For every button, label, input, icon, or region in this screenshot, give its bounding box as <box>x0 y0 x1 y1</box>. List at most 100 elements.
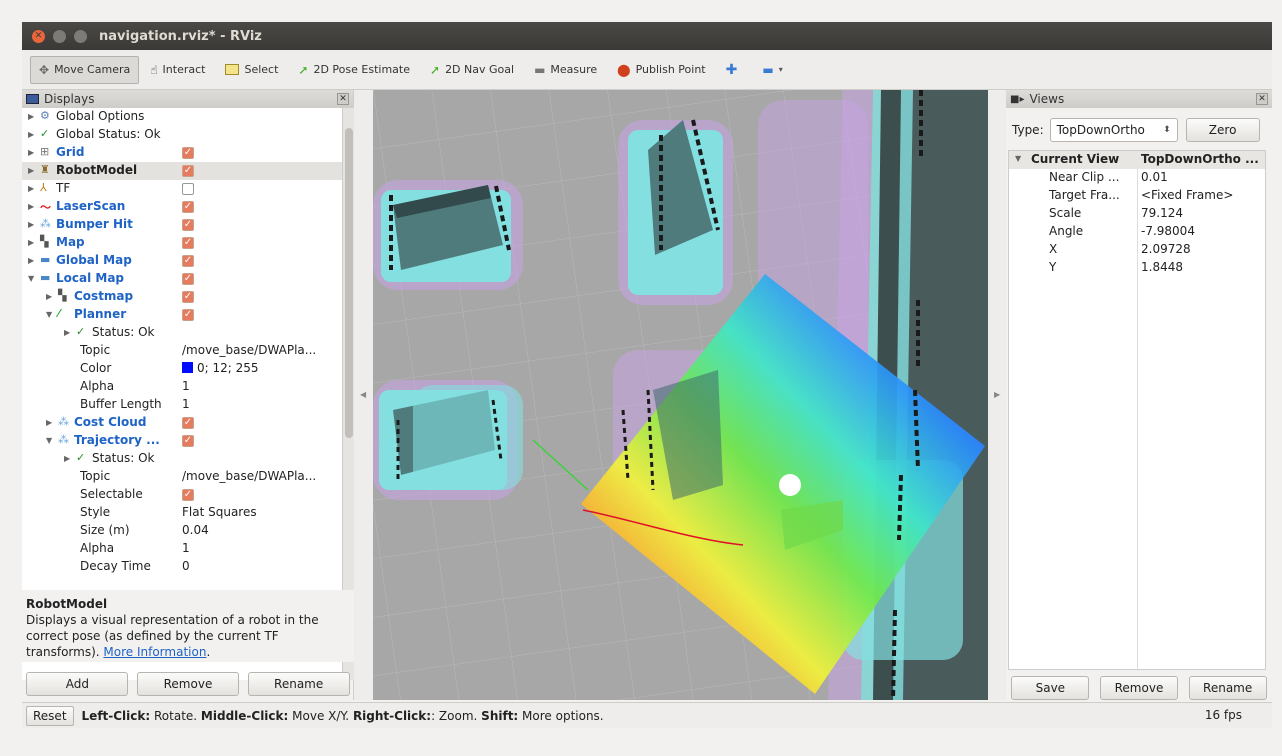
prop-row-decay-time[interactable]: Decay Time 0 <box>22 558 342 576</box>
map-enabled-checkbox[interactable]: ✓ <box>182 237 194 249</box>
prop-value-color[interactable]: 0; 12; 255 <box>182 361 259 375</box>
move-camera-tool[interactable]: ✥ Move Camera <box>30 55 140 84</box>
remove-display-button[interactable]: Remove <box>136 672 239 696</box>
select-tool[interactable]: Select <box>216 56 287 84</box>
expand-arrow-icon[interactable]: ▶ <box>28 220 34 229</box>
rename-view-button[interactable]: Rename <box>1188 676 1267 700</box>
collapse-arrow-icon[interactable]: ▼ <box>1015 154 1021 163</box>
minimize-window-button[interactable] <box>53 29 66 43</box>
tree-row-cost-cloud[interactable]: ▶ ⁂ Cost Cloud ✓ <box>22 414 342 432</box>
trajectory-enabled-checkbox[interactable]: ✓ <box>182 435 194 447</box>
local-map-enabled-checkbox[interactable]: ✓ <box>182 273 194 285</box>
tree-row-global-map[interactable]: ▶ ▬ Global Map ✓ <box>22 252 342 270</box>
grid-enabled-checkbox[interactable]: ✓ <box>182 147 194 159</box>
scrollbar-thumb[interactable] <box>345 128 353 438</box>
close-displays-button[interactable]: ✕ <box>337 93 349 105</box>
interact-tool[interactable]: ☝ Interact <box>141 56 214 84</box>
prop-value-decay-time[interactable]: 0 <box>182 559 190 573</box>
tree-row-map[interactable]: ▶ ▚ Map ✓ <box>22 234 342 252</box>
costmap-enabled-checkbox[interactable]: ✓ <box>182 291 194 303</box>
tree-row-planner[interactable]: ▼ ⁄ Planner ✓ <box>22 306 342 324</box>
prop-row-topic[interactable]: Topic /move_base/DWAPla... <box>22 342 342 360</box>
pose-estimate-tool[interactable]: ➚ 2D Pose Estimate <box>289 56 419 84</box>
expand-arrow-icon[interactable]: ▶ <box>28 238 34 247</box>
expand-arrow-icon[interactable]: ▶ <box>28 184 34 193</box>
tree-row-costmap[interactable]: ▶ ▚ Costmap ✓ <box>22 288 342 306</box>
view-type-dropdown[interactable]: TopDownOrtho ⬍ <box>1049 118 1178 142</box>
tf-enabled-checkbox[interactable] <box>182 183 194 195</box>
prop-value-alpha[interactable]: 1 <box>182 541 190 555</box>
more-information-link[interactable]: More Information <box>103 645 206 659</box>
global-map-enabled-checkbox[interactable]: ✓ <box>182 255 194 267</box>
prop-row-color[interactable]: Color 0; 12; 255 <box>22 360 342 378</box>
tree-row-trajectory-status[interactable]: ▶ ✓ Status: Ok <box>22 450 342 468</box>
expand-arrow-icon[interactable]: ▶ <box>28 130 34 139</box>
collapse-arrow-icon[interactable]: ▼ <box>46 436 52 445</box>
zero-button[interactable]: Zero <box>1185 118 1260 142</box>
add-tool-button[interactable]: ✚ <box>717 56 752 84</box>
3d-view[interactable] <box>373 90 988 700</box>
view-prop-y[interactable]: Y 1.8448 <box>1009 259 1265 277</box>
expand-arrow-icon[interactable]: ▶ <box>28 148 34 157</box>
expand-arrow-icon[interactable]: ▶ <box>64 328 70 337</box>
prop-value-size[interactable]: 0.04 <box>182 523 209 537</box>
remove-tool-button[interactable]: ▬ ▾ <box>753 56 791 84</box>
maximize-window-button[interactable] <box>74 29 87 43</box>
expand-arrow-icon[interactable]: ▶ <box>28 202 34 211</box>
tree-row-laserscan[interactable]: ▶ 〜 LaserScan ✓ <box>22 198 342 216</box>
rename-display-button[interactable]: Rename <box>247 672 350 696</box>
view-prop-x[interactable]: X 2.09728 <box>1009 241 1265 259</box>
expand-arrow-icon[interactable]: ▶ <box>28 166 34 175</box>
tree-row-local-map[interactable]: ▼ ▬ Local Map ✓ <box>22 270 342 288</box>
publish-point-tool[interactable]: ⬤ Publish Point <box>608 56 714 84</box>
tree-row-planner-status[interactable]: ▶ ✓ Status: Ok <box>22 324 342 342</box>
planner-enabled-checkbox[interactable]: ✓ <box>182 309 194 321</box>
tree-row-bumper-hit[interactable]: ▶ ⁂ Bumper Hit ✓ <box>22 216 342 234</box>
prop-row-alpha[interactable]: Alpha 1 <box>22 540 342 558</box>
prop-row-style[interactable]: Style Flat Squares <box>22 504 342 522</box>
bumper-hit-enabled-checkbox[interactable]: ✓ <box>182 219 194 231</box>
view-prop-angle[interactable]: Angle -7.98004 <box>1009 223 1265 241</box>
prop-row-alpha[interactable]: Alpha 1 <box>22 378 342 396</box>
prop-row-topic[interactable]: Topic /move_base/DWAPla... <box>22 468 342 486</box>
prop-value-alpha[interactable]: 1 <box>182 379 190 393</box>
robotmodel-enabled-checkbox[interactable]: ✓ <box>182 165 194 177</box>
expand-arrow-icon[interactable]: ▶ <box>28 112 34 121</box>
save-view-button[interactable]: Save <box>1011 676 1090 700</box>
expand-arrow-icon[interactable]: ▶ <box>64 454 70 463</box>
left-splitter-handle[interactable]: ◀ <box>354 90 373 700</box>
add-display-button[interactable]: Add <box>26 672 129 696</box>
expand-arrow-icon[interactable]: ▶ <box>28 256 34 265</box>
prop-value-topic[interactable]: /move_base/DWAPla... <box>182 343 316 357</box>
view-prop-near-clip[interactable]: Near Clip ... 0.01 <box>1009 169 1265 187</box>
prop-value-buffer-length[interactable]: 1 <box>182 397 190 411</box>
right-splitter-handle[interactable]: ▶ <box>988 90 1006 700</box>
prop-value-style[interactable]: Flat Squares <box>182 505 257 519</box>
cost-cloud-enabled-checkbox[interactable]: ✓ <box>182 417 194 429</box>
tree-row-global-status[interactable]: ▶ ✓ Global Status: Ok <box>22 126 342 144</box>
selectable-checkbox[interactable]: ✓ <box>182 489 194 501</box>
prop-row-size[interactable]: Size (m) 0.04 <box>22 522 342 540</box>
close-window-button[interactable]: ✕ <box>32 29 45 43</box>
tree-row-tf[interactable]: ▶ ⅄ TF <box>22 180 342 198</box>
expand-arrow-icon[interactable]: ▶ <box>46 292 52 301</box>
laserscan-enabled-checkbox[interactable]: ✓ <box>182 201 194 213</box>
collapse-arrow-icon[interactable]: ▼ <box>46 310 52 319</box>
view-prop-scale[interactable]: Scale 79.124 <box>1009 205 1265 223</box>
tree-row-trajectory[interactable]: ▼ ⁂ Trajectory ... ✓ <box>22 432 342 450</box>
tree-row-global-options[interactable]: ▶ ⚙ Global Options <box>22 108 342 126</box>
remove-view-button[interactable]: Remove <box>1099 676 1178 700</box>
views-tree[interactable]: ▼ Current View TopDownOrtho ... Near Cli… <box>1008 150 1266 671</box>
prop-row-selectable[interactable]: Selectable ✓ <box>22 486 342 504</box>
current-view-row[interactable]: ▼ Current View TopDownOrtho ... <box>1009 151 1265 169</box>
view-prop-target-frame[interactable]: Target Fra... <Fixed Frame> <box>1009 187 1265 205</box>
prop-value-topic[interactable]: /move_base/DWAPla... <box>182 469 316 483</box>
prop-row-buffer-length[interactable]: Buffer Length 1 <box>22 396 342 414</box>
collapse-arrow-icon[interactable]: ▼ <box>28 274 34 283</box>
nav-goal-tool[interactable]: ➚ 2D Nav Goal <box>421 56 523 84</box>
tree-row-robotmodel[interactable]: ▶ ♜ RobotModel ✓ <box>22 162 342 180</box>
measure-tool[interactable]: ▬ Measure <box>525 56 606 84</box>
tree-row-grid[interactable]: ▶ ⊞ Grid ✓ <box>22 144 342 162</box>
expand-arrow-icon[interactable]: ▶ <box>46 418 52 427</box>
reset-button[interactable]: Reset <box>26 705 74 726</box>
